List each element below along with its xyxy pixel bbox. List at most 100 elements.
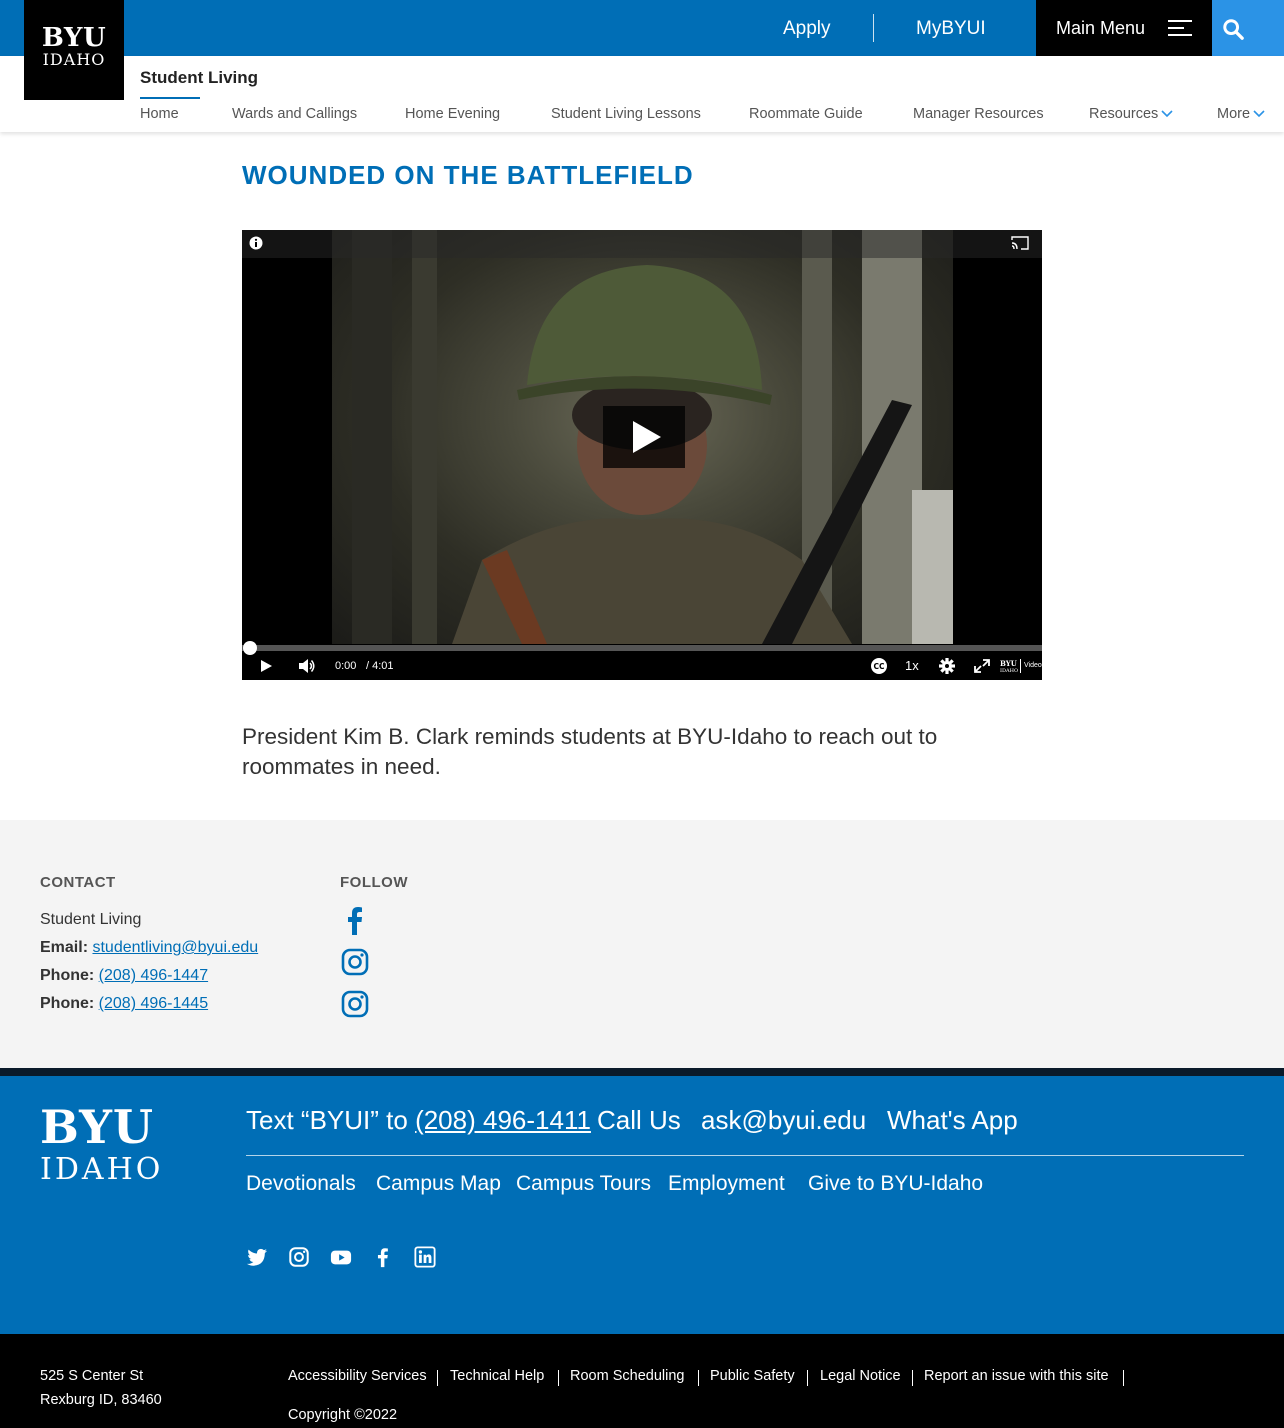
brand-video-label: Video xyxy=(1024,662,1042,669)
phone-label-2: Phone: xyxy=(40,995,95,1012)
contact-phone-line-1: Phone: (208) 496-1447 xyxy=(40,967,208,985)
cast-icon[interactable] xyxy=(1011,236,1029,250)
follow-heading: FOLLOW xyxy=(340,874,408,891)
brand-idaho: IDAHO xyxy=(1000,668,1019,674)
email-label: Email: xyxy=(40,939,89,956)
footer-link-employment[interactable]: Employment xyxy=(668,1172,785,1196)
byui-logo[interactable]: BYU IDAHO xyxy=(24,0,124,100)
top-bar: Apply MyBYUI Main Menu xyxy=(0,0,1284,56)
bottom-separator xyxy=(698,1370,699,1386)
footer-logo-byu: BYU xyxy=(40,1100,155,1154)
footer-byui-logo[interactable]: BYU IDAHO xyxy=(40,1104,163,1186)
chevron-down-icon xyxy=(1161,110,1173,118)
bottom-separator xyxy=(912,1370,913,1386)
youtube-icon[interactable] xyxy=(330,1246,352,1268)
contact-org: Student Living xyxy=(40,911,142,928)
linkedin-icon[interactable] xyxy=(414,1246,436,1268)
phone-link-1[interactable]: (208) 496-1447 xyxy=(99,967,208,984)
email-link[interactable]: studentliving@byui.edu xyxy=(92,939,258,956)
top-divider xyxy=(873,14,874,42)
apply-link[interactable]: Apply xyxy=(783,0,831,56)
phone-link-2[interactable]: (208) 496-1445 xyxy=(99,995,208,1012)
fullscreen-icon[interactable] xyxy=(973,655,991,677)
play-icon xyxy=(633,421,661,453)
phone-label-1: Phone: xyxy=(40,967,95,984)
nav-resources-label: Resources xyxy=(1089,106,1159,122)
main-menu-label: Main Menu xyxy=(1056,18,1146,38)
site-title[interactable]: Student Living xyxy=(140,68,258,88)
address-line-1: 525 S Center St xyxy=(40,1368,144,1384)
instagram-icon[interactable] xyxy=(340,947,370,977)
nav-manager-resources[interactable]: Manager Resources xyxy=(913,106,1044,122)
byui-video-brand: BYU IDAHO xyxy=(1000,655,1020,677)
footer-link-campus-tours[interactable]: Campus Tours xyxy=(516,1172,651,1196)
twitter-icon[interactable] xyxy=(246,1246,268,1268)
bottom-separator xyxy=(558,1370,559,1386)
footer-link-give[interactable]: Give to BYU-Idaho xyxy=(808,1172,983,1196)
bottom-link-legal-notice[interactable]: Legal Notice xyxy=(820,1368,901,1384)
text-byui-phone-link[interactable]: (208) 496-1411 xyxy=(415,1105,591,1135)
svg-text:CC: CC xyxy=(873,662,885,671)
bottom-separator xyxy=(807,1370,808,1386)
main-menu-button[interactable]: Main Menu xyxy=(1036,0,1212,56)
search-icon xyxy=(1223,19,1244,40)
instagram-icon[interactable] xyxy=(340,989,370,1019)
footer-divider-strip xyxy=(0,1068,1284,1076)
instagram-icon[interactable] xyxy=(288,1246,310,1268)
bottom-link-accessibility[interactable]: Accessibility Services xyxy=(288,1368,427,1384)
video-player[interactable]: 0:00 / 4:01 CC 1x BYU IDAHO Video xyxy=(242,230,1042,680)
call-us-link[interactable]: Call Us xyxy=(597,1104,681,1136)
site-subnav: Student Living Home Wards and Callings H… xyxy=(0,56,1284,132)
footer-link-devotionals[interactable]: Devotionals xyxy=(246,1172,356,1196)
video-top-strip xyxy=(242,230,1042,258)
contact-section: CONTACT Student Living Email: studentliv… xyxy=(0,820,1284,1068)
mybyui-link[interactable]: MyBYUI xyxy=(916,0,986,56)
closed-captions-icon[interactable]: CC xyxy=(870,655,888,677)
nav-more[interactable]: More xyxy=(1217,106,1265,122)
bottom-separator xyxy=(1123,1370,1124,1386)
footer-link-campus-map[interactable]: Campus Map xyxy=(376,1172,501,1196)
nav-home[interactable]: Home xyxy=(140,106,179,122)
nav-wards-and-callings[interactable]: Wards and Callings xyxy=(232,106,357,122)
text-byui-line: Text “BYUI” to (208) 496-1411 xyxy=(246,1104,591,1136)
contact-email-line: Email: studentliving@byui.edu xyxy=(40,939,258,957)
search-button[interactable] xyxy=(1212,0,1284,56)
volume-icon[interactable] xyxy=(298,655,316,677)
facebook-icon[interactable] xyxy=(372,1246,394,1268)
bottom-footer: 525 S Center St Rexburg ID, 83460 Access… xyxy=(0,1334,1284,1428)
bottom-link-room-scheduling[interactable]: Room Scheduling xyxy=(570,1368,684,1384)
play-icon[interactable] xyxy=(259,655,273,677)
bottom-link-report-issue[interactable]: Report an issue with this site xyxy=(924,1368,1109,1384)
chevron-down-icon xyxy=(1253,110,1265,118)
nav-more-label: More xyxy=(1217,106,1251,122)
hamburger-icon xyxy=(1168,20,1192,36)
address-line-2: Rexburg ID, 83460 xyxy=(40,1392,162,1408)
logo-idaho: IDAHO xyxy=(42,50,106,69)
nav-home-evening[interactable]: Home Evening xyxy=(405,106,500,122)
bottom-link-technical-help[interactable]: Technical Help xyxy=(450,1368,544,1384)
article-description: President Kim B. Clark reminds students … xyxy=(242,724,938,779)
logo-byu: BYU xyxy=(41,23,107,53)
duration: / 4:01 xyxy=(366,660,394,672)
ask-email-link[interactable]: ask@byui.edu xyxy=(701,1104,866,1136)
progress-handle[interactable] xyxy=(243,641,257,655)
brand-divider xyxy=(1020,659,1021,673)
whats-app-link[interactable]: What's App xyxy=(887,1104,1018,1136)
page-title: WOUNDED ON THE BATTLEFIELD xyxy=(242,160,694,190)
info-icon[interactable] xyxy=(249,236,263,250)
text-byui-prefix: Text “BYUI” to xyxy=(246,1105,408,1135)
nav-roommate-guide[interactable]: Roommate Guide xyxy=(749,106,863,122)
brand-byu: BYU xyxy=(1000,659,1017,668)
contact-phone-line-2: Phone: (208) 496-1445 xyxy=(40,995,208,1013)
facebook-icon[interactable] xyxy=(340,905,370,935)
nav-resources[interactable]: Resources xyxy=(1089,106,1173,122)
bottom-separator xyxy=(437,1370,438,1386)
contact-heading: CONTACT xyxy=(40,874,116,891)
settings-gear-icon[interactable] xyxy=(938,655,956,677)
playback-speed[interactable]: 1x xyxy=(905,655,919,677)
bottom-link-public-safety[interactable]: Public Safety xyxy=(710,1368,795,1384)
nav-student-living-lessons[interactable]: Student Living Lessons xyxy=(551,106,701,122)
blue-footer: BYU IDAHO Text “BYUI” to (208) 496-1411 … xyxy=(0,1076,1284,1334)
progress-bar[interactable] xyxy=(242,645,1042,651)
big-play-button[interactable] xyxy=(603,406,685,468)
